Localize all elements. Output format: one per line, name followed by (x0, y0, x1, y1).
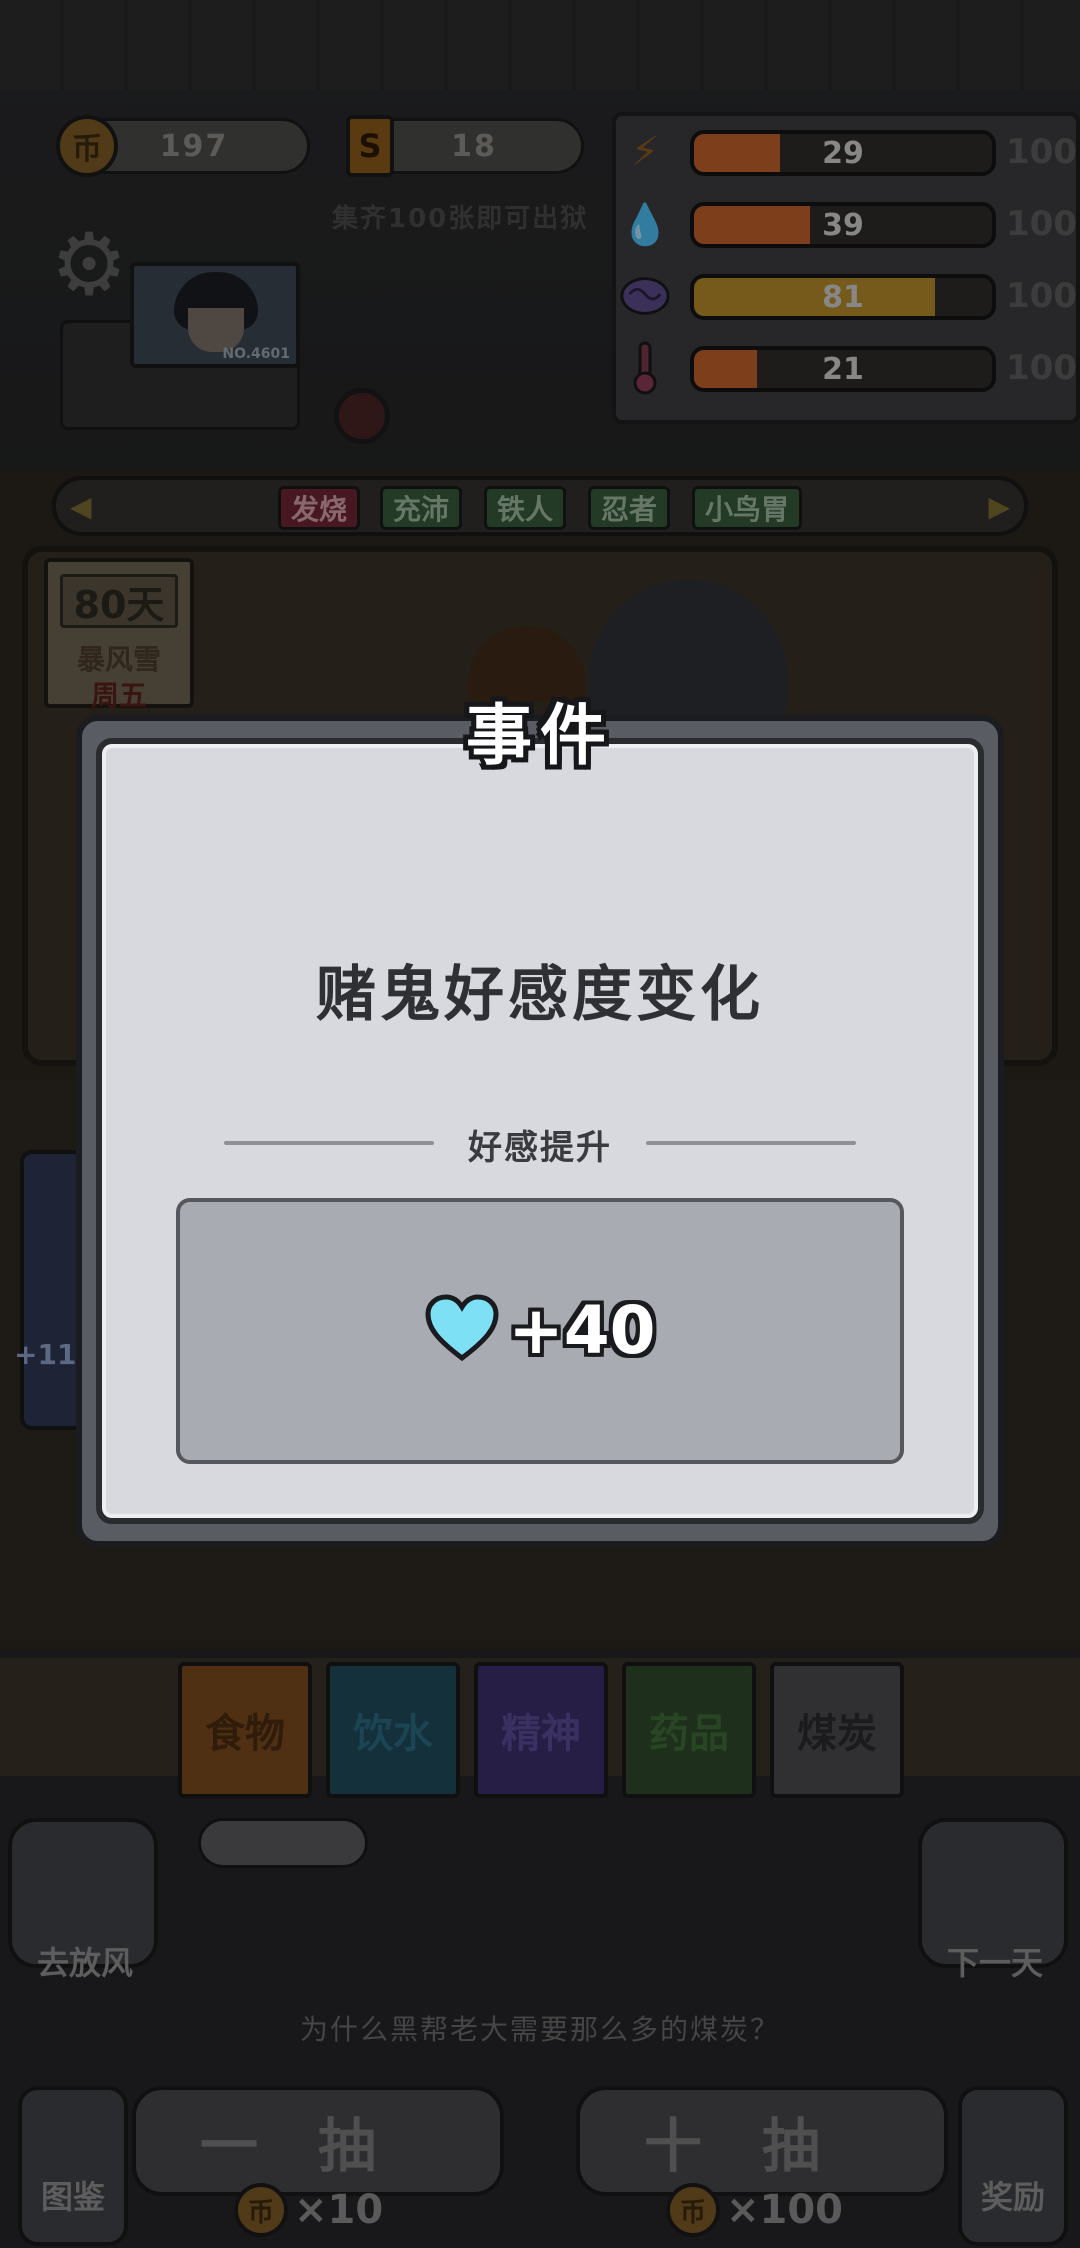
reward-value: +40 (508, 1291, 656, 1369)
event-headline: 赌鬼好感度变化 (316, 960, 764, 1030)
reward-content: +40 (176, 1290, 904, 1370)
divider-right (646, 1141, 856, 1145)
heart-icon (424, 1294, 500, 1366)
dialog-title: 事件 (466, 697, 614, 774)
event-subtitle: 好感提升 (468, 1128, 612, 1168)
